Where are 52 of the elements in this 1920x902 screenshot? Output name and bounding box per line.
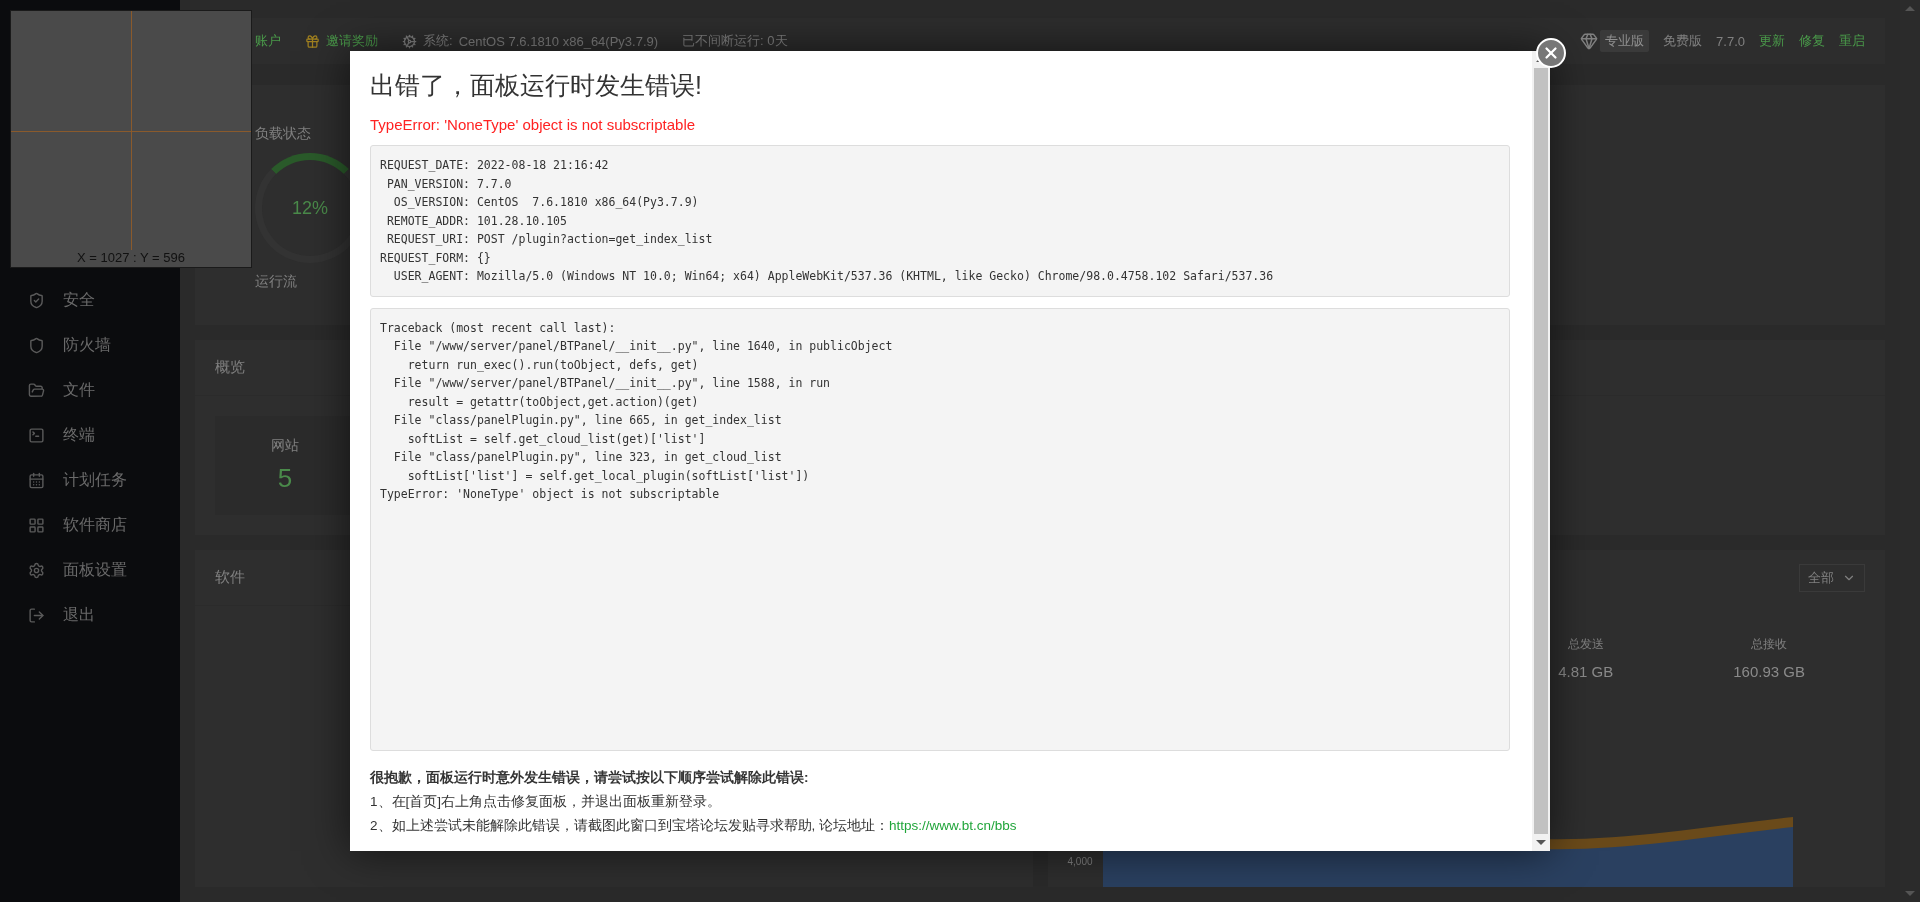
folder-icon <box>28 382 45 399</box>
sidebar-item[interactable]: 防火墙 <box>0 323 180 368</box>
dialog-title: 出错了，面板运行时发生错误! <box>370 70 703 101</box>
invite-link[interactable]: 邀请奖励 <box>326 32 378 50</box>
settings-icon <box>28 562 45 579</box>
header-link[interactable]: 重启 <box>1839 32 1865 50</box>
system-label: 系统: <box>423 32 453 50</box>
sidebar-item[interactable]: 面板设置 <box>0 548 180 593</box>
header-link[interactable]: 修复 <box>1799 32 1825 50</box>
help-step: 2、如上述尝试未能解除此错误，请截图此窗口到宝塔论坛发贴寻求帮助, 论坛地址：https://www.bt.cn/bbs <box>370 817 1510 835</box>
card-title: 负载状态 <box>255 125 311 143</box>
system-info: CentOS 7.6.1810 x86_64(Py3.7.9) <box>458 33 659 49</box>
edition-text: 免费版 <box>1663 32 1703 50</box>
stat-label: 总接收 <box>1751 636 1788 653</box>
status-text: 运行流 <box>255 273 297 291</box>
gear-icon <box>402 33 417 49</box>
sidebar-item[interactable]: 退出 <box>0 593 180 638</box>
diamond-icon <box>1580 32 1599 50</box>
sidebar-item[interactable]: 安全 <box>0 278 180 323</box>
grid-icon <box>28 517 45 534</box>
uptime-text: 已不间断运行: 0天 <box>682 32 788 50</box>
stat-label: 总发送 <box>1567 636 1604 653</box>
scroll-up-icon <box>1905 6 1915 11</box>
forum-link[interactable]: https://www.bt.cn/bbs <box>889 818 1017 833</box>
pro-badge[interactable]: 专业版 <box>1600 30 1650 52</box>
stat-value: 4.81 GB <box>1558 663 1614 680</box>
sidebar-item[interactable]: 文件 <box>0 368 180 413</box>
logout-icon <box>28 607 45 624</box>
terminal-icon <box>28 427 45 444</box>
filter-select[interactable]: 全部 <box>1799 564 1865 592</box>
tile-label: 网站 <box>271 437 299 455</box>
sidebar-item[interactable]: 计划任务 <box>0 458 180 503</box>
site-count: 5 <box>277 463 293 494</box>
shield-icon <box>28 337 45 354</box>
header-link[interactable]: 更新 <box>1759 32 1785 50</box>
scroll-down-icon <box>1536 840 1546 845</box>
help-title: 很抱歉，面板运行时意外发生错误，请尝试按以下顺序尝试解除此错误: <box>370 769 810 787</box>
traceback-text: Traceback (most recent call last): File "/www/server/panel/BTPanel/__init__.py", line 1640, in publicObject return run_exec().run(toObject, defs, get) File "/www/server/panel/BTPanel/__init__.py", line 1588, in run result = getattr(toObject,get.action)(get) File "class/panelPlugin.py", line 665, in get_index_list softList = self.get_cloud_list(get)['list'] File "class/panelPlugin.py", line 323, in get_cloud_list softList['list'] = self.get_local_plugin(softList['list']) TypeError: 'NoneType' object is not subscriptable <box>370 307 1510 751</box>
calendar-icon <box>28 472 45 489</box>
close-icon <box>1542 44 1560 62</box>
axis-tick: 4,000 <box>1067 856 1093 867</box>
sidebar-item[interactable]: 软件商店 <box>0 503 180 548</box>
scroll-down-icon <box>1905 891 1915 896</box>
error-message: TypeError: 'NoneType' object is not subscriptable <box>370 116 697 133</box>
help-step: 1、在[首页]右上角点击修复面板，并退出面板重新登录。 <box>370 793 1510 811</box>
version-text: 7.7.0 <box>1716 33 1745 49</box>
request-info: REQUEST_DATE: 2022-08-18 21:16:42 PAN_VERSION: 7.7.0 OS_VERSION: CentOS 7.6.1810 x86_64(Py3.7.9) REMOTE_ADDR: 101.28.10.105 REQUEST_URI: POST /plugin?action=get_index_list REQUEST_FORM: {} USER_AGENT: Mozilla/5.0 (Windows NT 10.0; Win64; x64) AppleWebKit/537.36 (KHTML, like Gecko) Chrome/98.0.4758.102 Safari/537.36 <box>370 145 1510 297</box>
gift-icon <box>305 33 320 49</box>
shield-check-icon <box>28 292 45 309</box>
sidebar-item[interactable]: 终端 <box>0 413 180 458</box>
stat-value: 160.93 GB <box>1733 663 1805 680</box>
account-link[interactable]: 账户 <box>255 32 281 50</box>
